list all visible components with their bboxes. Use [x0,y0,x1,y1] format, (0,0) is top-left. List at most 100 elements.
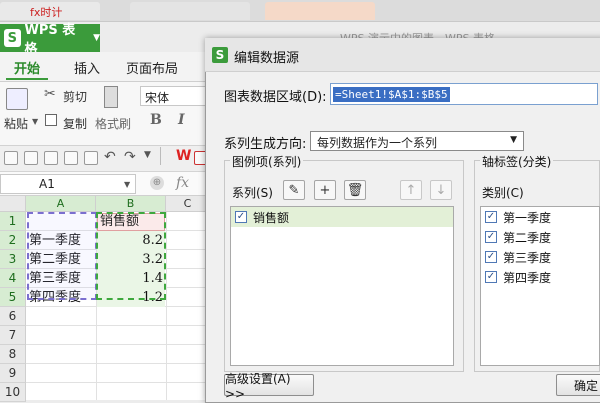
trash-icon: 🗑 [346,182,364,198]
column-header-c[interactable]: C [166,196,210,212]
checkbox-checked-icon[interactable]: ✓ [485,271,497,283]
tab-insert[interactable]: 插入 [74,58,100,77]
copy-button[interactable]: 复制 [63,115,87,132]
gridline [166,212,167,400]
series-direction-value: 每列数据作为一个系列 [317,136,438,150]
category-listbox[interactable]: ✓ 第一季度 ✓ 第二季度 ✓ 第三季度 ✓ 第四季度 [480,206,600,366]
series-item-label: 销售额 [253,210,290,225]
legend-series-group-title: 图例项(系列) [230,153,304,170]
active-tab-indicator [6,78,48,80]
cut-button[interactable]: 剪切 [63,88,87,105]
copy-icon [45,114,57,126]
category-item[interactable]: ✓ 第三季度 [481,247,599,267]
redo-icon[interactable]: ↷ [124,149,136,165]
edit-series-button[interactable]: ✎ [283,180,305,200]
category-item[interactable]: ✓ 第一季度 [481,207,599,227]
row-header[interactable]: 5 [0,288,26,307]
category-item[interactable]: ✓ 第二季度 [481,227,599,247]
chevron-down-icon: ▼ [93,33,100,43]
wps-logo-icon: S [4,29,21,47]
scissors-icon: ✂ [44,86,56,102]
row-header[interactable]: 2 [0,231,26,250]
print-icon[interactable] [64,151,78,165]
preview-icon[interactable] [84,151,98,165]
axis-labels-group-title: 轴标签(分类) [480,153,554,170]
gridline [26,344,210,345]
category-item[interactable]: ✓ 第四季度 [481,267,599,287]
row-header[interactable]: 7 [0,326,26,345]
delete-series-button[interactable]: 🗑 [344,180,366,200]
save-icon[interactable] [24,151,38,165]
row-header[interactable]: 3 [0,250,26,269]
tab-page-layout[interactable]: 页面布局 [126,58,178,77]
gridline [26,363,210,364]
pencil-icon: ✎ [288,182,300,198]
chart-range-input[interactable]: =Sheet1!$A$1:$B$5 [330,83,598,105]
series-label: 系列(S) [232,186,273,200]
category-item-label: 第四季度 [503,270,552,285]
checkbox-checked-icon[interactable]: ✓ [485,211,497,223]
wps-logo-icon: S [212,47,228,63]
category-item-label: 第一季度 [503,210,552,225]
name-box-dropdown-icon[interactable]: ▼ [124,180,130,189]
chevron-down-icon: ▼ [510,135,517,145]
zoom-icon[interactable]: ⊕ [150,176,164,190]
plus-icon: + [319,182,331,198]
undo-icon[interactable]: ↶ [104,149,116,165]
paste-icon[interactable] [6,88,28,110]
series-listbox[interactable]: ✓ 销售额 [230,206,454,366]
arrow-down-icon: ↓ [435,182,447,198]
font-name-input[interactable]: 宋体 [140,86,206,106]
row-header[interactable]: 9 [0,364,26,383]
qat-dropdown-icon[interactable]: ▼ [144,150,151,160]
category-label: 类别(C) [482,186,524,200]
open-icon[interactable] [4,151,18,165]
category-range-highlight [27,212,97,300]
ok-button[interactable]: 确定 [556,374,600,396]
paste-button[interactable]: 粘贴 [4,115,28,132]
format-painter-icon [104,86,118,108]
paste-dropdown-icon[interactable]: ▼ [32,117,38,126]
gridline [26,382,210,383]
tab-home[interactable]: 开始 [14,58,40,77]
chart-range-label: 图表数据区域(D): [224,90,327,105]
arrow-up-icon: ↑ [405,182,417,198]
category-item-label: 第三季度 [503,250,552,265]
checkbox-checked-icon[interactable]: ✓ [485,251,497,263]
dialog-title: 编辑数据源 [234,51,300,66]
row-header[interactable]: 10 [0,383,26,402]
checkbox-checked-icon[interactable]: ✓ [235,211,247,223]
gridline [26,325,210,326]
row-header[interactable]: 4 [0,269,26,288]
series-range-highlight [96,212,166,300]
name-box[interactable]: A1 [0,174,136,194]
move-down-button[interactable]: ↓ [430,180,452,200]
browser-tab-1[interactable]: fx时计 [0,2,100,20]
row-header[interactable]: 8 [0,345,26,364]
row-header[interactable]: 1 [0,212,26,231]
select-all-corner[interactable] [0,196,26,212]
export-icon[interactable] [44,151,58,165]
series-item[interactable]: ✓ 销售额 [231,207,453,227]
move-up-button[interactable]: ↑ [400,180,422,200]
checkbox-checked-icon[interactable]: ✓ [485,231,497,243]
fx-icon[interactable]: fx [176,175,189,191]
chart-range-value: =Sheet1!$A$1:$B$5 [333,87,450,102]
category-item-label: 第二季度 [503,230,552,245]
series-direction-select[interactable]: 每列数据作为一个系列 ▼ [310,131,524,151]
browser-tab-2[interactable] [130,2,250,20]
bold-button[interactable]: B [150,112,162,128]
column-header-a[interactable]: A [26,196,96,212]
wps-w-icon[interactable]: W [176,148,191,164]
row-header[interactable]: 6 [0,307,26,326]
series-direction-label: 系列生成方向: [224,137,307,152]
add-series-button[interactable]: + [314,180,336,200]
italic-button[interactable]: I [178,112,185,128]
browser-tab-3[interactable] [265,2,375,20]
qat-divider [160,147,161,165]
advanced-settings-button[interactable]: 高级设置(A) >> [224,372,314,401]
browser-tab-1-label: fx时计 [30,6,63,19]
column-header-b[interactable]: B [96,196,166,212]
format-painter-button[interactable]: 格式刷 [95,115,131,132]
app-menu-button[interactable]: S WPS 表格 ▼ [0,23,100,57]
